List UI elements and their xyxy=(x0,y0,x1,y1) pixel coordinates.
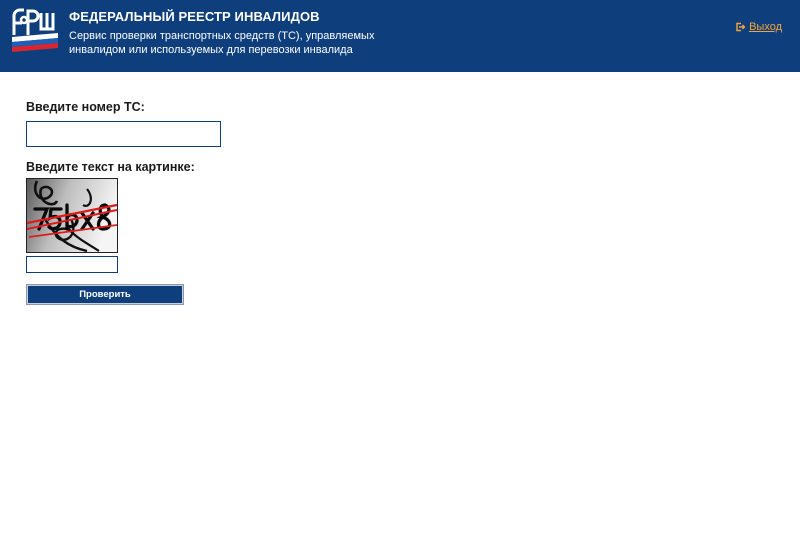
header: ФЕДЕРАЛЬНЫЙ РЕЕСТР ИНВАЛИДОВ Сервис пров… xyxy=(0,0,800,72)
site-title: ФЕДЕРАЛЬНЫЙ РЕЕСТР ИНВАЛИДОВ xyxy=(69,9,320,24)
captcha-label: Введите текст на картинке: xyxy=(26,160,195,174)
vehicle-number-label: Введите номер ТС: xyxy=(26,100,145,114)
logout-label: Выход xyxy=(749,21,782,33)
site-subtitle: Сервис проверки транспортных средств (ТС… xyxy=(69,30,375,56)
logout-arrow-icon xyxy=(736,22,746,32)
logout-link[interactable]: Выход xyxy=(735,21,782,33)
fri-logo-icon xyxy=(12,8,58,52)
vehicle-number-input[interactable] xyxy=(26,121,221,147)
captcha-image xyxy=(26,178,118,253)
check-button[interactable]: Проверить xyxy=(26,284,184,305)
check-form: Введите номер ТС: Введите текст на карти… xyxy=(26,100,221,305)
captcha-input[interactable] xyxy=(26,256,118,273)
